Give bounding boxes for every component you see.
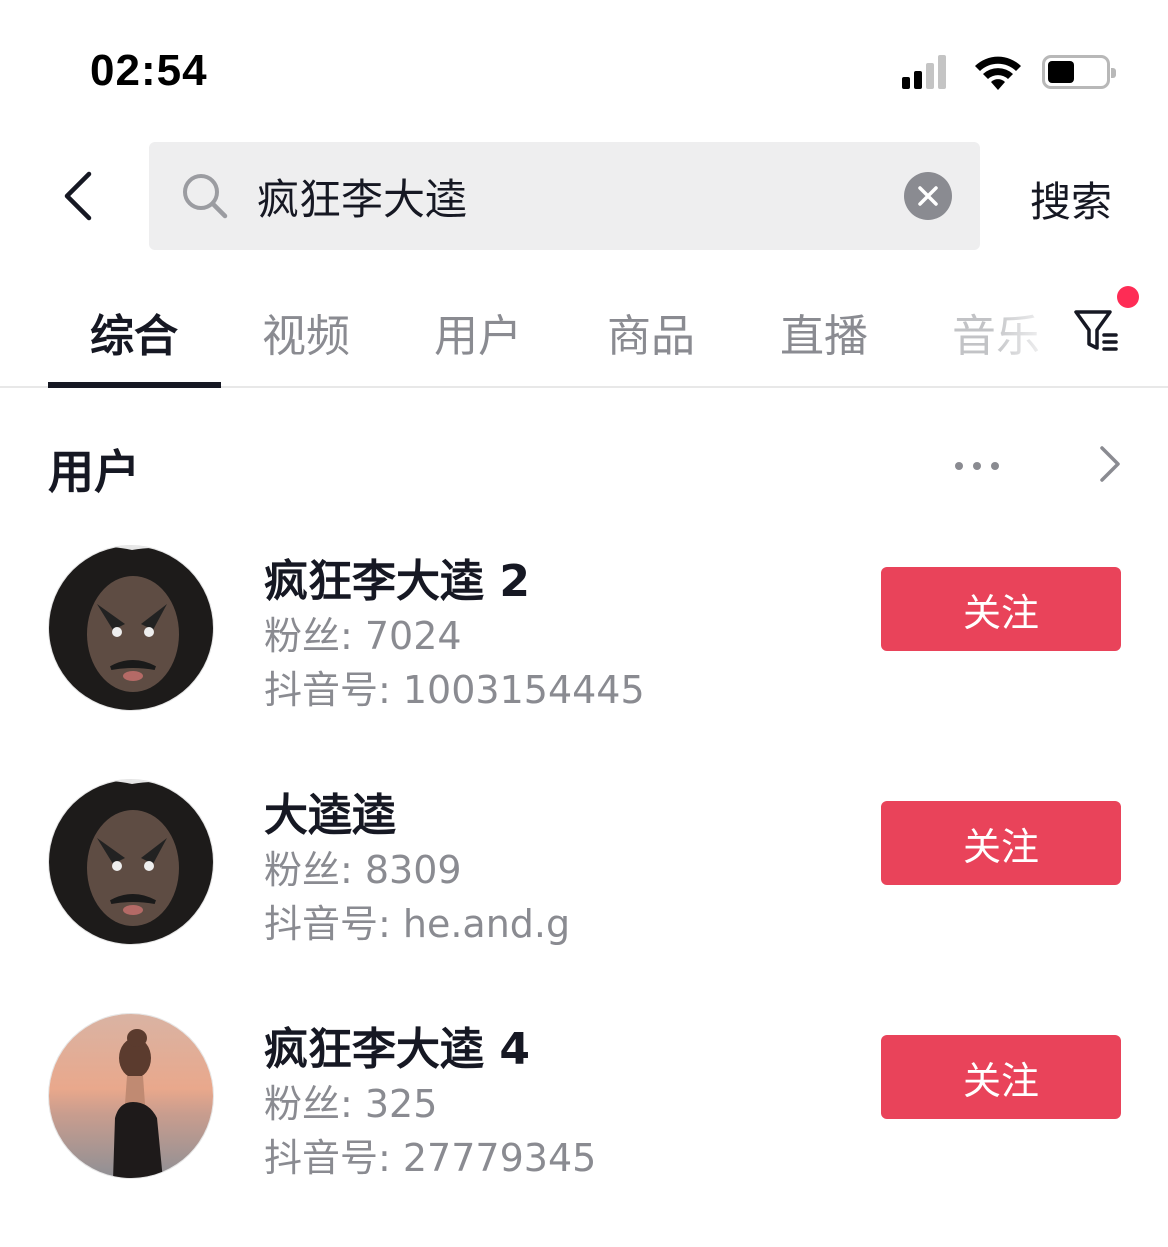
user-name[interactable]: 疯狂李大逵 2 — [264, 545, 530, 609]
notification-dot — [1117, 286, 1139, 308]
status-time: 02:54 — [90, 46, 208, 95]
filter-icon[interactable] — [1070, 302, 1126, 358]
user-list-item[interactable]: 疯狂李大逵 2 粉丝: 7024 抖音号: 1003154445 关注 — [0, 545, 1168, 715]
follower-count: 粉丝: 8309 — [264, 848, 462, 892]
user-name[interactable]: 疯狂李大逵 4 — [264, 1013, 530, 1077]
active-tab-indicator — [48, 382, 221, 388]
status-bar: 02:54 — [0, 0, 1168, 130]
follower-count: 粉丝: 325 — [264, 1082, 438, 1126]
wifi-icon — [975, 56, 1021, 90]
douyin-id: 抖音号: he.and.g — [264, 902, 571, 946]
section-title: 用户 — [48, 445, 140, 499]
avatar[interactable] — [48, 545, 214, 711]
follow-button[interactable]: 关注 — [881, 567, 1121, 651]
tab-fade-overlay — [990, 290, 1060, 380]
search-submit-button[interactable]: 搜索 — [1030, 168, 1112, 228]
follow-button[interactable]: 关注 — [881, 1035, 1121, 1119]
avatar-image — [49, 780, 213, 944]
follow-button[interactable]: 关注 — [881, 801, 1121, 885]
chevron-left-icon — [64, 171, 92, 221]
search-icon — [183, 174, 228, 219]
cellular-signal-icon — [902, 55, 950, 89]
battery-icon — [1042, 55, 1116, 89]
result-tabs: 综合 视频 用户 商品 直播 音乐 — [0, 290, 1168, 388]
tab-products[interactable]: 商品 — [565, 300, 737, 364]
avatar[interactable] — [48, 1013, 214, 1179]
user-list-item[interactable]: 疯狂李大逵 4 粉丝: 325 抖音号: 27779345 关注 — [0, 1013, 1168, 1183]
tab-comprehensive[interactable]: 综合 — [48, 300, 220, 364]
search-results-screen: 02:54 疯狂李大逵 搜索 综合 视频 用户 商品 直播 用户 疯狂李大逵 2… — [0, 0, 1168, 1247]
tab-users[interactable]: 用户 — [392, 300, 564, 364]
avatar-image — [49, 1014, 213, 1178]
back-button[interactable] — [48, 166, 108, 226]
douyin-id: 抖音号: 27779345 — [264, 1136, 597, 1180]
avatar-image — [49, 546, 213, 710]
clear-search-button[interactable] — [904, 172, 952, 220]
tab-videos[interactable]: 视频 — [220, 300, 392, 364]
tab-live[interactable]: 直播 — [738, 300, 910, 364]
douyin-id: 抖音号: 1003154445 — [264, 668, 645, 712]
user-name[interactable]: 大逵逵 — [264, 779, 396, 843]
follower-count: 粉丝: 7024 — [264, 614, 462, 658]
user-list-item[interactable]: 大逵逵 粉丝: 8309 抖音号: he.and.g 关注 — [0, 779, 1168, 949]
close-icon — [918, 186, 938, 206]
status-icons — [902, 52, 1116, 92]
search-box[interactable] — [149, 142, 980, 250]
search-input[interactable] — [257, 164, 877, 228]
chevron-right-icon[interactable] — [1094, 442, 1124, 486]
avatar[interactable] — [48, 779, 214, 945]
more-icon[interactable] — [955, 452, 999, 480]
